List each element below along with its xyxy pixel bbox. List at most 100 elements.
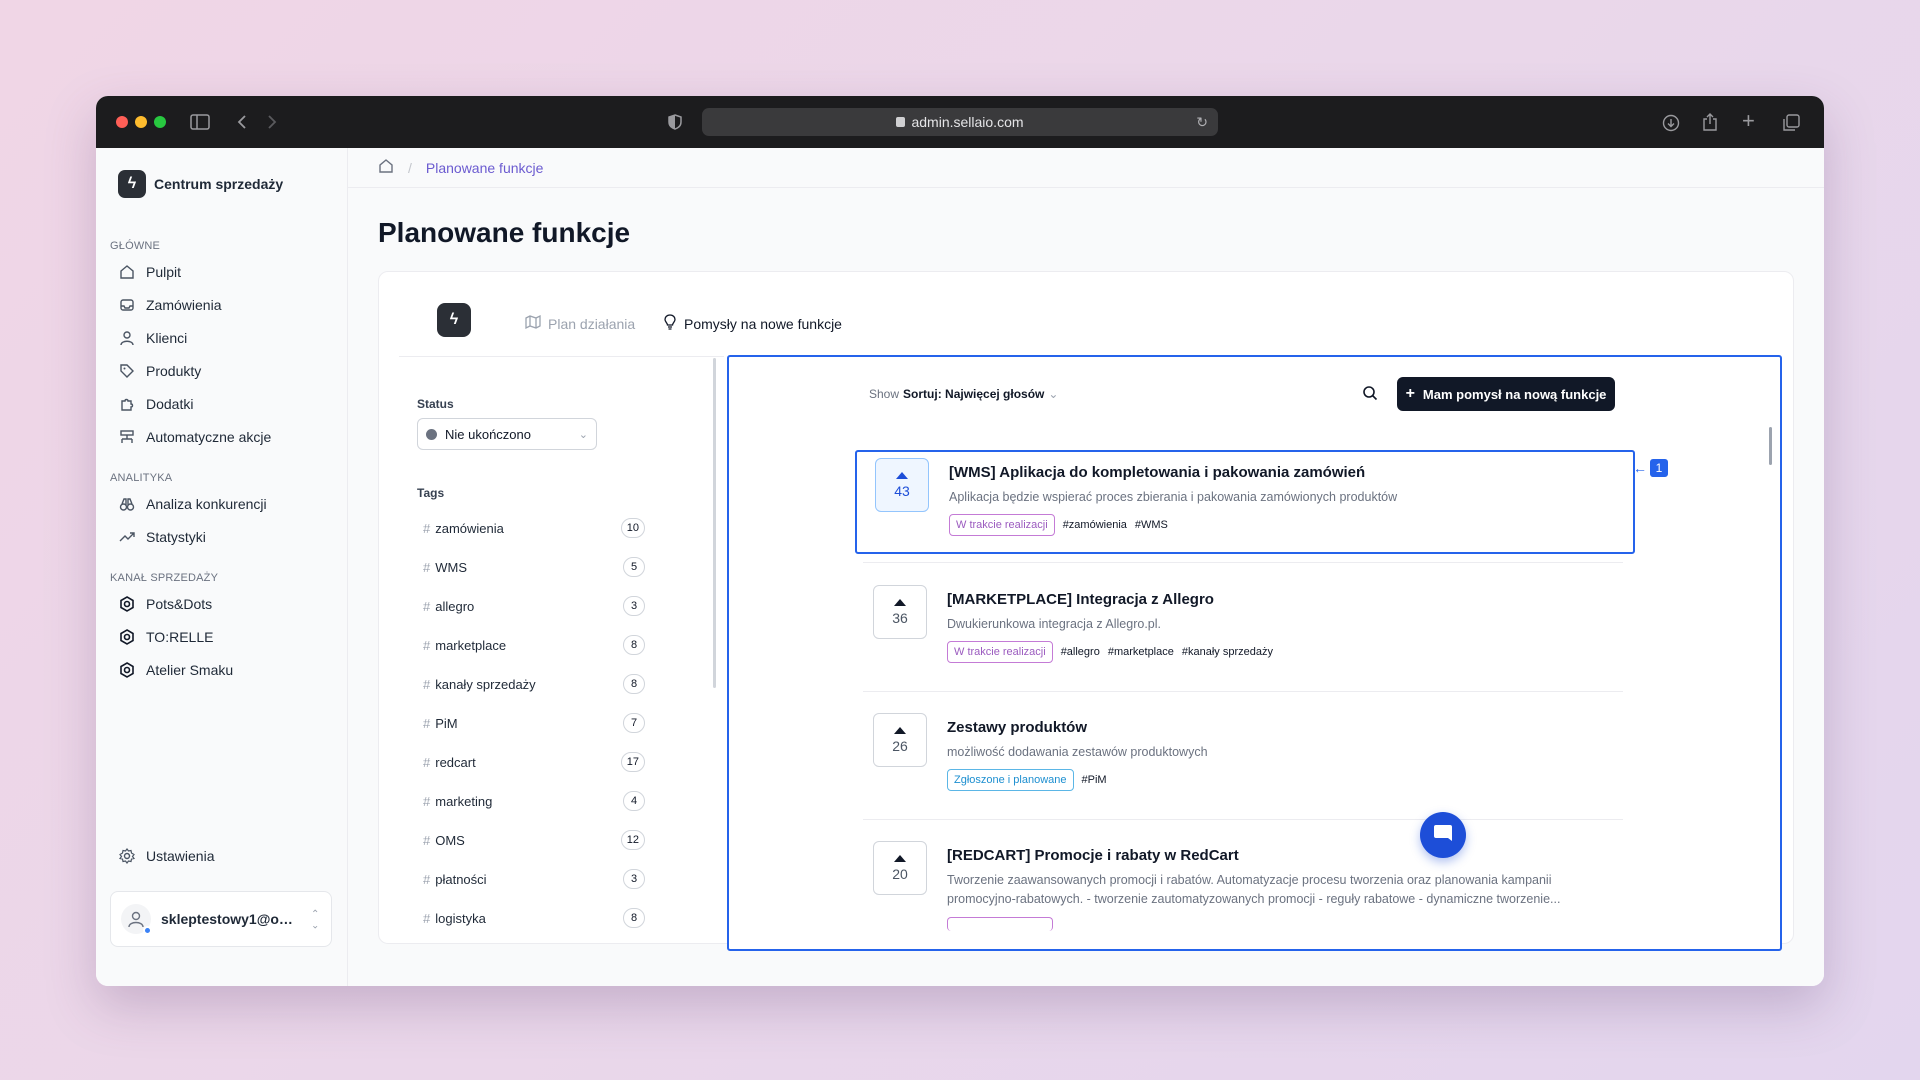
status-select[interactable]: Nie ukończono ⌄ <box>417 418 597 450</box>
feature-card[interactable]: 43 [WMS] Aplikacja do kompletowania i pa… <box>855 450 1635 554</box>
share-icon[interactable] <box>1702 112 1718 136</box>
sort-dropdown[interactable]: Show Sortuj: Najwięcej głosów ⌄ <box>869 387 1058 401</box>
tag-filter-item[interactable]: # marketplace 8 <box>423 633 645 657</box>
tag-filter-item[interactable]: # marketing 4 <box>423 789 645 813</box>
tag-icon <box>118 362 136 380</box>
divider <box>863 562 1623 563</box>
sidebar-item-statystyki[interactable]: Statystyki <box>118 525 206 549</box>
user-icon <box>118 329 136 347</box>
url-text: admin.sellaio.com <box>911 114 1024 130</box>
list-scrollbar[interactable] <box>1769 427 1772 465</box>
sidebar-item-dodatki[interactable]: Dodatki <box>118 392 193 416</box>
sidebar-item-atelier-smaku[interactable]: Atelier Smaku <box>118 658 233 682</box>
sidebar-item-label: Analiza konkurencji <box>146 496 267 512</box>
feature-card[interactable]: 20 [REDCART] Promocje i rabaty w RedCart… <box>855 835 1635 949</box>
close-window-button[interactable] <box>116 116 128 128</box>
sidebar-item-produkty[interactable]: Produkty <box>118 359 201 383</box>
shield-icon[interactable] <box>668 114 682 134</box>
brand[interactable]: ϟ Centrum sprzedaży <box>118 170 283 198</box>
roadmap-panel: ϟ Plan działania Pomysły na nowe funkcje… <box>378 271 1794 951</box>
forward-icon[interactable] <box>266 114 278 134</box>
sidebar-item-label: Pulpit <box>146 264 182 280</box>
hash-icon: # <box>423 793 431 809</box>
tag-filter-item[interactable]: # PiM 7 <box>423 711 645 735</box>
sidebar-item-klienci[interactable]: Klienci <box>118 326 187 350</box>
reload-icon[interactable]: ↻ <box>1196 114 1208 131</box>
download-icon[interactable] <box>1662 114 1680 136</box>
status-value: Nie ukończono <box>445 426 531 442</box>
sidebar-item-label: Statystyki <box>146 529 206 545</box>
upvote-button[interactable]: 36 <box>873 585 927 639</box>
main-content: / Planowane funkcje Planowane funkcje ϟ … <box>348 148 1824 986</box>
sidebar-item-torelle[interactable]: TO:RELLE <box>118 625 213 649</box>
upvote-button[interactable]: 20 <box>873 841 927 895</box>
tag-count: 3 <box>623 869 645 889</box>
sidebar-item-automatyczne-akcje[interactable]: Automatyczne akcje <box>118 425 271 449</box>
tag-filter-item[interactable]: # WMS 5 <box>423 555 645 579</box>
tag-name: redcart <box>435 754 476 770</box>
feature-tags <box>947 917 1053 931</box>
status-badge <box>947 917 1053 931</box>
feature-tag[interactable]: #WMS <box>1135 519 1168 531</box>
tabs-overview-icon[interactable] <box>1782 114 1800 136</box>
tag-name: kanały sprzedaży <box>435 676 536 692</box>
feature-tag[interactable]: #kanały sprzedaży <box>1182 646 1273 658</box>
binoculars-icon <box>118 495 136 513</box>
user-menu[interactable]: skleptestowy1@onet.pl ⌃ ⌃ <box>110 891 332 947</box>
sidebar-toggle-icon[interactable] <box>190 114 210 134</box>
tag-filter-item[interactable]: # redcart 17 <box>423 750 645 774</box>
upvote-button[interactable]: 43 <box>875 458 929 512</box>
feature-card[interactable]: 26 Zestawy produktów możliwość dodawania… <box>855 707 1635 811</box>
feature-title: [MARKETPLACE] Integracja z Allegro <box>947 591 1214 608</box>
tag-count: 8 <box>623 635 645 655</box>
chat-launcher-button[interactable] <box>1420 812 1466 858</box>
zoom-window-button[interactable] <box>154 116 166 128</box>
feature-list: Show Sortuj: Najwięcej głosów ⌄ + Mam po… <box>727 355 1782 951</box>
sidebar-item-label: Pots&Dots <box>146 596 213 612</box>
feature-card[interactable]: 36 [MARKETPLACE] Integracja z Allegro Dw… <box>855 579 1635 683</box>
feature-tags: W trakcie realizacji #zamówienia #WMS <box>949 514 1168 536</box>
feature-title: [REDCART] Promocje i rabaty w RedCart <box>947 847 1239 864</box>
back-icon[interactable] <box>236 114 248 134</box>
feature-description: Tworzenie zaawansowanych promocji i raba… <box>947 873 1561 906</box>
address-bar[interactable]: admin.sellaio.com ↻ <box>702 108 1218 136</box>
sidebar-item-label: Atelier Smaku <box>146 662 234 678</box>
tab-plan-dzialania[interactable]: Plan działania <box>525 314 635 333</box>
upvote-arrow-icon <box>894 854 906 862</box>
hash-icon: # <box>423 637 431 653</box>
tag-filter-item[interactable]: # kanały sprzedaży 8 <box>423 672 645 696</box>
tag-filter-item[interactable]: # OMS 12 <box>423 828 645 852</box>
inbox-icon <box>118 296 136 314</box>
minimize-window-button[interactable] <box>135 116 147 128</box>
sidebar-item-pots-dots[interactable]: Pots&Dots <box>118 592 212 616</box>
sidebar-item-ustawienia[interactable]: Ustawienia <box>118 844 214 868</box>
sidebar-item-pulpit[interactable]: Pulpit <box>118 260 181 284</box>
store-icon <box>118 628 136 646</box>
tab-pomysly[interactable]: Pomysły na nowe funkcje <box>663 314 842 333</box>
filters-scrollbar[interactable] <box>713 358 716 688</box>
feature-tag[interactable]: #PiM <box>1082 774 1107 786</box>
sidebar-item-analiza-konkurencji[interactable]: Analiza konkurencji <box>118 492 267 516</box>
hash-icon: # <box>423 559 431 575</box>
search-button[interactable] <box>1355 380 1385 410</box>
new-tab-icon[interactable]: + <box>1742 110 1755 132</box>
tag-filter-item[interactable]: # płatności 3 <box>423 867 645 891</box>
tab-label: Pomysły na nowe funkcje <box>684 315 842 332</box>
breadcrumb-current[interactable]: Planowane funkcje <box>426 160 544 176</box>
tag-filter-item[interactable]: # allegro 3 <box>423 594 645 618</box>
feature-tags: Zgłoszone i planowane #PiM <box>947 769 1107 791</box>
feature-tag[interactable]: #allegro <box>1061 646 1100 658</box>
arrow-left-icon: ← <box>1633 460 1647 476</box>
upvote-button[interactable]: 26 <box>873 713 927 767</box>
brand-name: Centrum sprzedaży <box>154 176 284 192</box>
tag-filter-item[interactable]: # logistyka 8 <box>423 906 645 930</box>
tag-filter-item[interactable]: # zamówienia 10 <box>423 516 645 540</box>
feature-tag[interactable]: #marketplace <box>1108 646 1174 658</box>
feature-tag[interactable]: #zamówienia <box>1063 519 1127 531</box>
tag-name: WMS <box>435 559 468 575</box>
new-idea-button[interactable]: + Mam pomysł na nową funkcje <box>1397 377 1615 411</box>
sidebar-item-zamowienia[interactable]: Zamówienia <box>118 293 221 317</box>
home-icon[interactable] <box>378 158 394 177</box>
section-title-analityka: ANALITYKA <box>110 472 173 484</box>
vote-count: 26 <box>892 737 908 754</box>
